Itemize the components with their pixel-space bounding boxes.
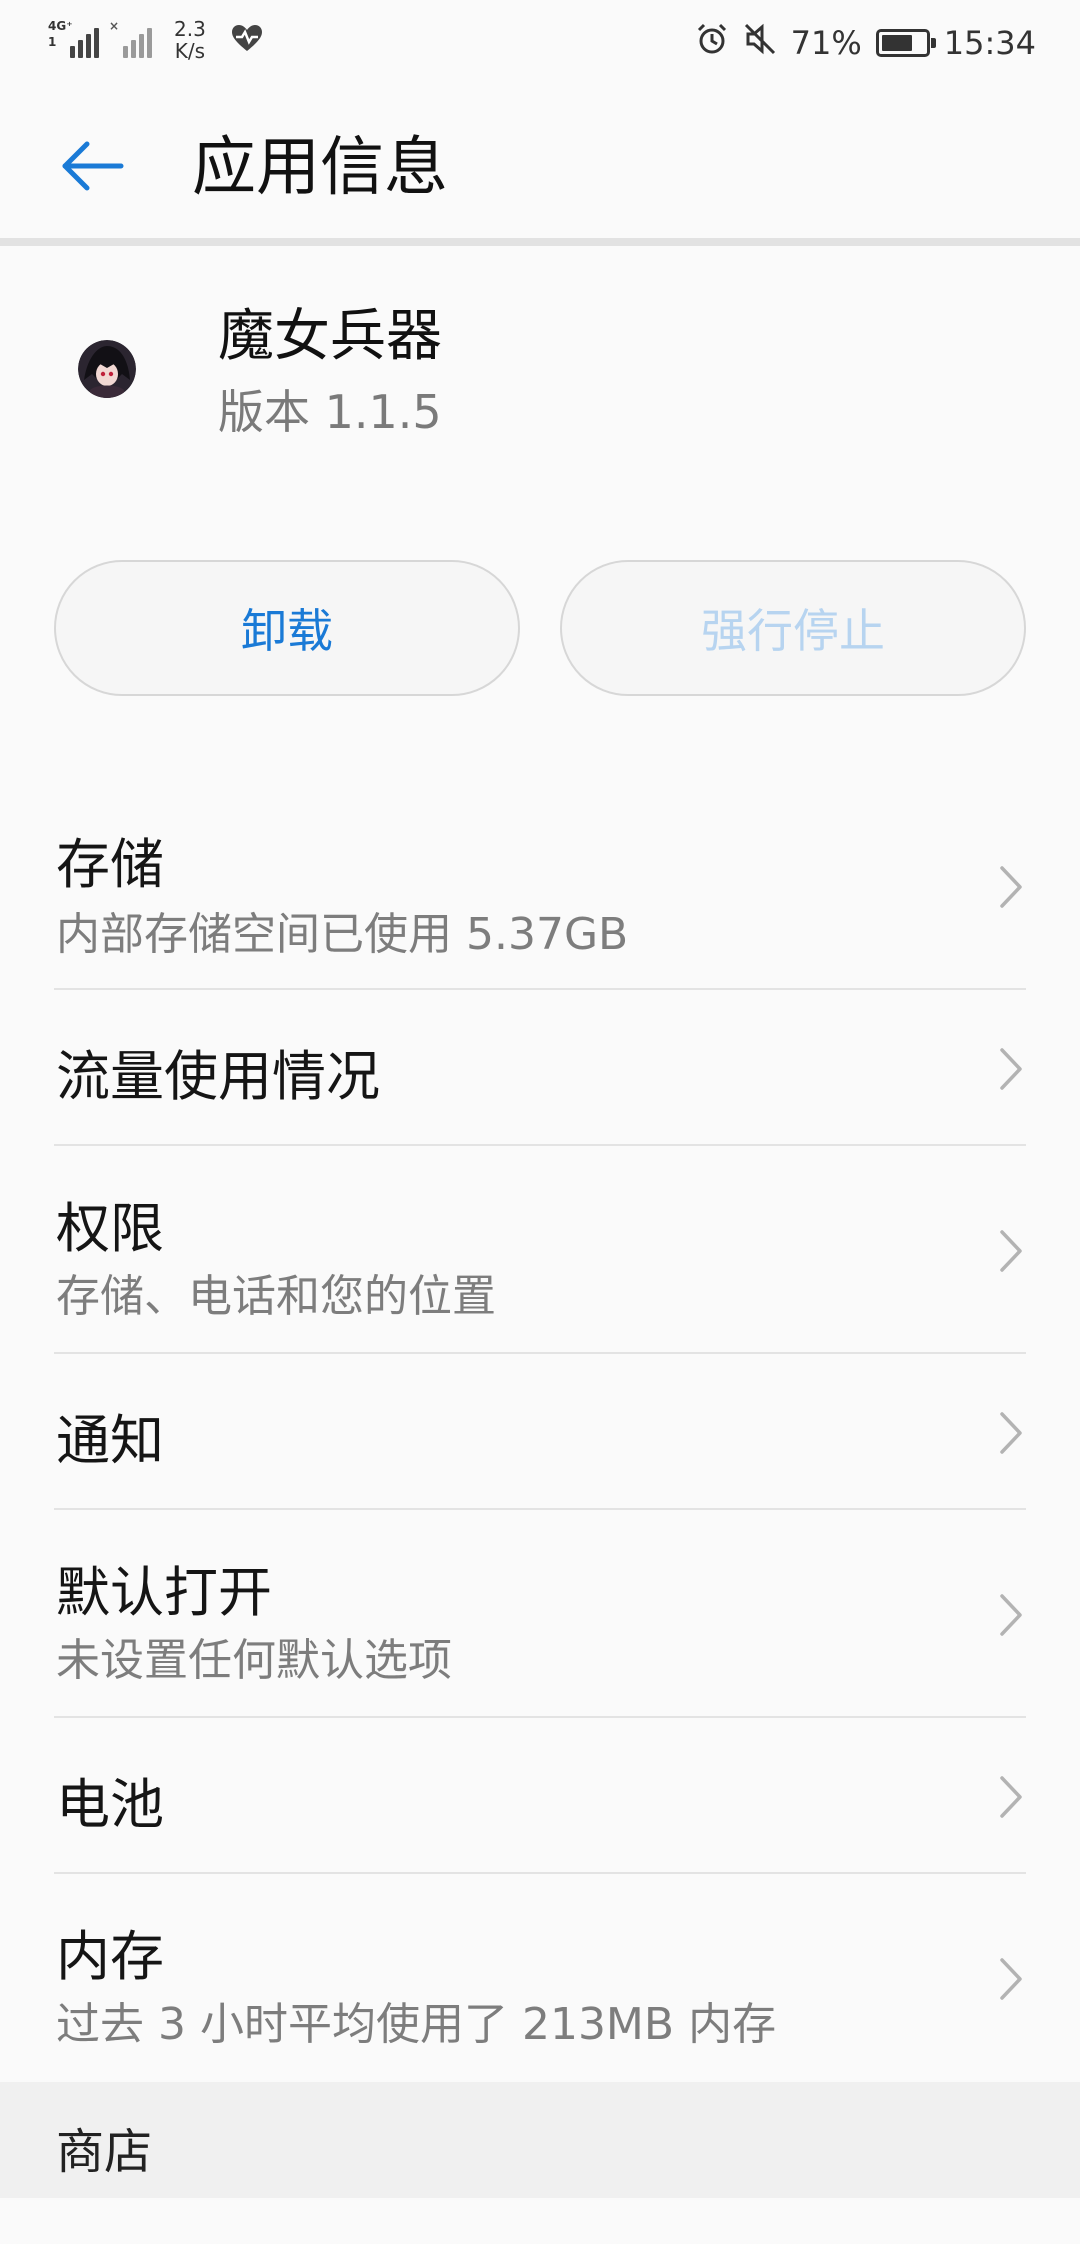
item-title: 权限 [56,1197,164,1260]
network-speed: 2.3 K/s [174,17,206,63]
item-title: 电池 [56,1773,164,1836]
app-version: 版本 1.1.5 [218,385,442,439]
item-subtitle: 未设置任何默认选项 [56,1635,452,1686]
battery-fill [881,35,912,51]
signal-icon: 4G⁺ 1 [48,20,99,58]
app-name: 魔女兵器 [218,304,442,369]
list-item-open-by-default[interactable]: 默认打开 未设置任何默认选项 [0,1510,1080,1718]
app-icon [78,340,136,398]
page-title: 应用信息 [192,131,448,205]
item-title: 通知 [56,1409,164,1472]
clock: 15:34 [943,24,1036,62]
list-item-storage[interactable]: 存储 内部存储空间已使用 5.37GB [0,780,1080,990]
item-title: 内存 [56,1925,164,1988]
chevron-right-icon [994,1226,1028,1276]
chevron-right-icon [994,1772,1028,1822]
list-item-memory[interactable]: 内存 过去 3 小时平均使用了 213MB 内存 [0,1874,1080,2082]
item-title: 流量使用情况 [56,1045,380,1108]
item-subtitle: 过去 3 小时平均使用了 213MB 内存 [56,1999,777,2050]
settings-list: 存储 内部存储空间已使用 5.37GB 流量使用情况 权限 存储、电话和您的位置… [0,780,1080,2082]
list-item-data-usage[interactable]: 流量使用情况 [0,990,1080,1146]
header-divider [0,238,1080,246]
chevron-right-icon [994,1590,1028,1640]
status-right: 71% 15:34 [695,22,1036,64]
chevron-right-icon [994,862,1028,912]
status-left: 4G⁺ 1 × 2.3 K/s [48,18,264,62]
item-title: 存储 [56,833,164,896]
status-bar: 4G⁺ 1 × 2.3 K/s 71% 15:34 [0,0,1080,86]
back-arrow-icon[interactable] [56,130,128,202]
section-title: 商店 [56,2124,153,2180]
section-header-store: 商店 [0,2082,1080,2198]
item-subtitle: 存储、电话和您的位置 [56,1271,496,1322]
battery-icon [875,29,936,57]
list-item-permissions[interactable]: 权限 存储、电话和您的位置 [0,1146,1080,1354]
app-bar: 应用信息 [0,86,1080,240]
list-item-battery[interactable]: 电池 [0,1718,1080,1874]
battery-percent: 71% [790,24,862,62]
chevron-right-icon [994,1408,1028,1458]
chevron-right-icon [994,1044,1028,1094]
health-icon [230,23,264,57]
uninstall-button[interactable]: 卸载 [54,560,520,696]
chevron-right-icon [994,1954,1028,2004]
item-title: 默认打开 [56,1561,272,1624]
list-item-notifications[interactable]: 通知 [0,1354,1080,1510]
item-subtitle: 内部存储空间已使用 5.37GB [56,909,629,960]
no-signal-icon: × [109,20,152,58]
force-stop-button[interactable]: 强行停止 [560,560,1026,696]
alarm-icon [695,22,729,64]
app-info-screen: 4G⁺ 1 × 2.3 K/s 71% 15:34 应用信息 魔女兵器 版本 1… [0,0,1080,2244]
mute-icon [743,22,777,64]
